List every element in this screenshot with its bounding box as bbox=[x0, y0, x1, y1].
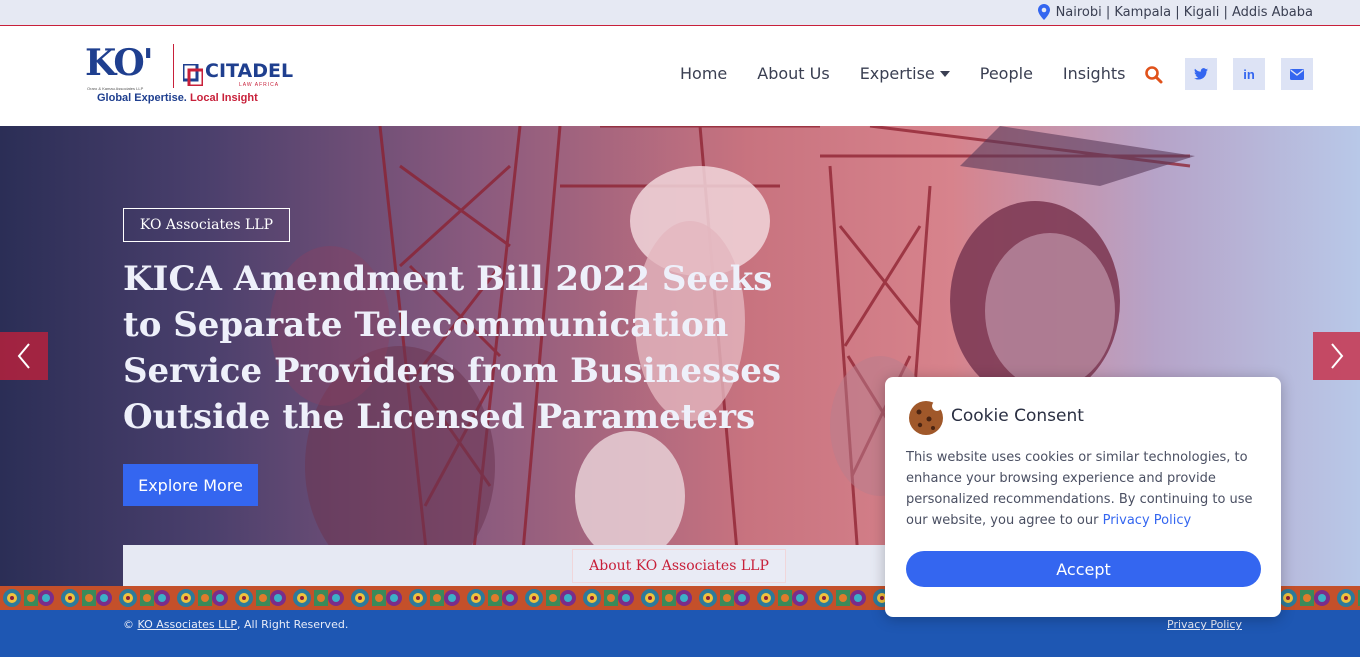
footer-privacy-policy-link[interactable]: Privacy Policy bbox=[1167, 618, 1242, 631]
nav-insights-label: Insights bbox=[1062, 64, 1126, 83]
copyright-link[interactable]: KO Associates LLP bbox=[138, 618, 238, 631]
site-logo[interactable]: KO' Oraro & Kamau Associates LLP CITADEL… bbox=[85, 42, 294, 110]
citadel-logo-text: CITADEL bbox=[205, 60, 294, 82]
nav-home-label: Home bbox=[680, 64, 728, 83]
slider-next-button[interactable] bbox=[1313, 332, 1360, 380]
main-nav: Home About Us Expertise People Insights bbox=[680, 64, 1155, 83]
twitter-icon bbox=[1194, 68, 1208, 80]
mail-icon bbox=[1290, 68, 1304, 80]
cookie-accept-button[interactable]: Accept bbox=[906, 551, 1261, 587]
caret-down-icon bbox=[939, 70, 950, 77]
cookie-body: This website uses cookies or similar tec… bbox=[906, 447, 1262, 531]
cookie-title: Cookie Consent bbox=[951, 406, 1084, 426]
linkedin-icon: in bbox=[1243, 66, 1255, 82]
ko-logo-mark: KO' bbox=[85, 42, 154, 84]
cookie-icon bbox=[909, 401, 943, 435]
nav-home[interactable]: Home bbox=[680, 64, 727, 83]
chevron-right-icon bbox=[1331, 343, 1344, 369]
linkedin-button[interactable]: in bbox=[1233, 58, 1265, 90]
twitter-button[interactable] bbox=[1185, 58, 1217, 90]
mail-button[interactable] bbox=[1281, 58, 1313, 90]
nav-people[interactable]: People bbox=[980, 64, 1033, 83]
nav-people-label: People bbox=[979, 64, 1033, 83]
tagline-local: Local Insight bbox=[189, 92, 258, 104]
logo-divider bbox=[173, 44, 174, 88]
nav-expertise-label: Expertise bbox=[859, 64, 935, 83]
chevron-left-icon bbox=[17, 343, 30, 369]
citadel-logo-subtext: LAW AFRICA bbox=[239, 82, 280, 88]
explore-more-button[interactable]: Explore More bbox=[123, 464, 258, 506]
site-header: KO' Oraro & Kamau Associates LLP CITADEL… bbox=[0, 26, 1360, 126]
top-bar: Nairobi | Kampala | Kigali | Addis Ababa bbox=[0, 0, 1360, 26]
citadel-logo-icon bbox=[183, 64, 203, 86]
locations-text: Nairobi | Kampala | Kigali | Addis Ababa bbox=[1055, 4, 1313, 20]
map-pin-icon bbox=[1037, 4, 1050, 20]
search-icon[interactable] bbox=[1144, 65, 1164, 85]
tagline-global: Global Expertise. bbox=[97, 92, 187, 104]
ko-logo-subtext: Oraro & Kamau Associates LLP bbox=[87, 86, 144, 91]
hero-badge: KO Associates LLP bbox=[123, 208, 290, 242]
about-strip bbox=[123, 545, 913, 586]
cookie-body-text: This website uses cookies or similar tec… bbox=[906, 450, 1253, 528]
cookie-consent-dialog: Cookie Consent This website uses cookies… bbox=[885, 377, 1281, 617]
slider-prev-button[interactable] bbox=[0, 332, 48, 380]
copyright: © KO Associates LLP, All Right Reserved. bbox=[123, 618, 348, 631]
nav-expertise[interactable]: Expertise bbox=[860, 64, 950, 83]
nav-about-us[interactable]: About Us bbox=[757, 64, 829, 83]
logo-tagline: Global Expertise. Local Insight bbox=[97, 92, 258, 104]
hero-headline: KICA Amendment Bill 2022 Seeks to Separa… bbox=[123, 259, 782, 437]
about-ko-link[interactable]: About KO Associates LLP bbox=[572, 549, 786, 583]
nav-insights[interactable]: Insights bbox=[1063, 64, 1126, 83]
office-locations: Nairobi | Kampala | Kigali | Addis Ababa bbox=[1037, 4, 1313, 20]
nav-about-us-label: About Us bbox=[757, 64, 830, 83]
cookie-privacy-policy-link[interactable]: Privacy Policy bbox=[1103, 513, 1192, 528]
site-footer: © KO Associates LLP, All Right Reserved.… bbox=[0, 610, 1360, 657]
copyright-prefix: © bbox=[123, 618, 138, 631]
copyright-suffix: , All Right Reserved. bbox=[237, 618, 349, 631]
